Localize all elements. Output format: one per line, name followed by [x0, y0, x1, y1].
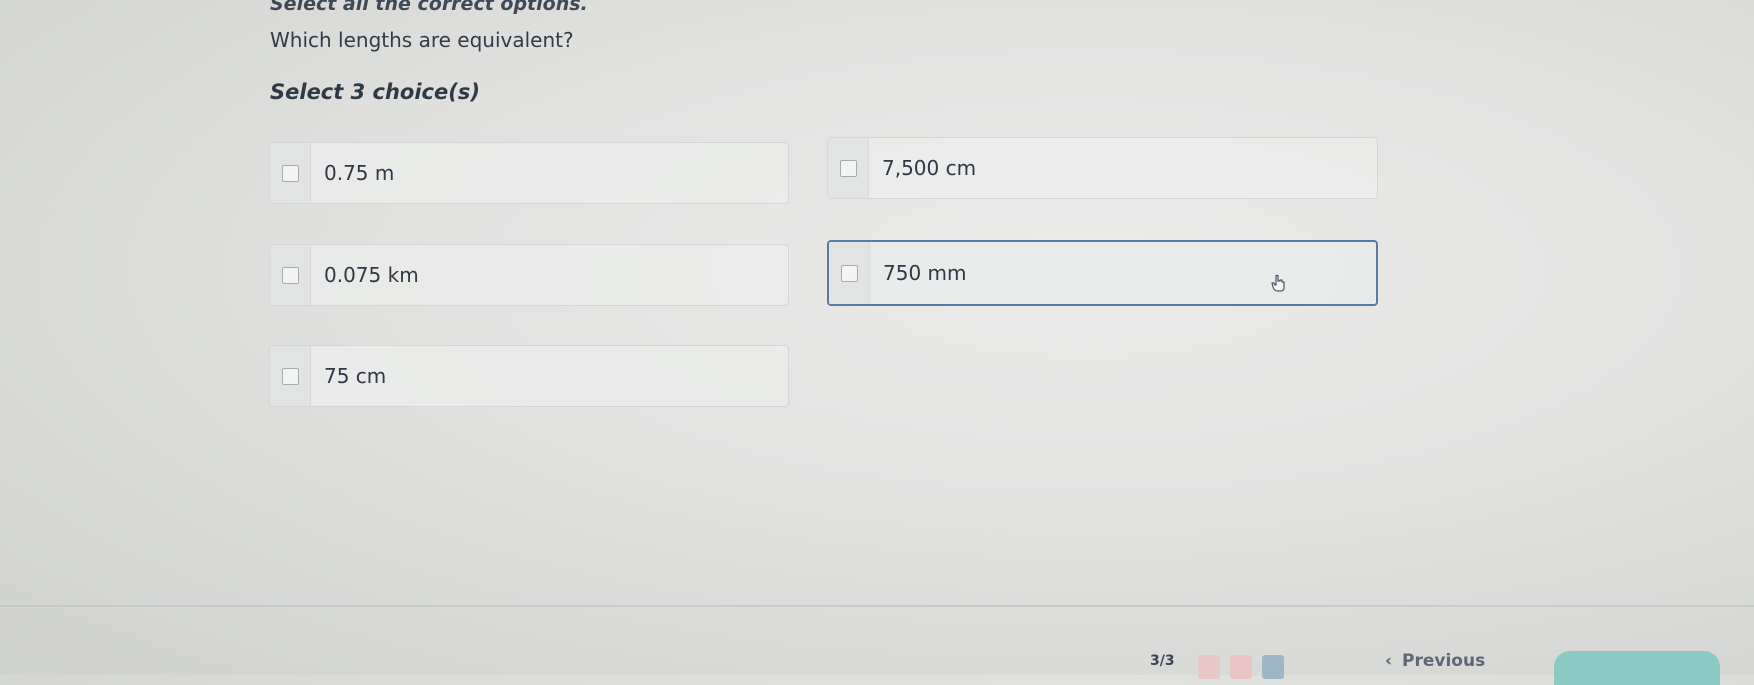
pointer-hand-icon — [1271, 274, 1285, 292]
checkbox-icon[interactable] — [281, 164, 299, 182]
checkbox-area[interactable] — [828, 138, 869, 198]
footer-divider — [0, 605, 1754, 607]
option-label: 0.75 m — [324, 161, 395, 185]
question-nav-dot-1[interactable] — [1198, 655, 1220, 679]
checkbox-area[interactable] — [270, 143, 311, 203]
checkbox-icon[interactable] — [281, 367, 299, 385]
option-0-075-km[interactable]: 0.075 km — [269, 244, 789, 306]
checkbox-icon[interactable] — [281, 266, 299, 284]
option-7500-cm[interactable]: 7,500 cm — [827, 137, 1378, 199]
checkbox-area[interactable] — [270, 245, 311, 305]
option-750-mm[interactable]: 750 mm — [827, 240, 1378, 306]
previous-button[interactable]: ‹ Previous — [1385, 651, 1485, 671]
question-text: Which lengths are equivalent? — [270, 28, 574, 52]
progress-indicator: 3/3 — [1150, 653, 1175, 669]
previous-button-label: Previous — [1402, 651, 1486, 671]
option-0-75-m[interactable]: 0.75 m — [269, 142, 789, 204]
checkbox-icon[interactable] — [839, 159, 857, 177]
option-75-cm[interactable]: 75 cm — [269, 345, 789, 407]
instruction-text: Select all the correct options. — [270, 0, 588, 15]
option-label: 75 cm — [324, 364, 387, 388]
option-label: 750 mm — [883, 261, 967, 285]
checkbox-icon[interactable] — [840, 264, 858, 282]
chevron-left-icon: ‹ — [1385, 651, 1393, 671]
checkbox-area[interactable] — [829, 242, 870, 304]
next-button[interactable] — [1554, 651, 1720, 685]
question-nav-dot-2[interactable] — [1230, 655, 1252, 679]
choice-count-label: Select 3 choice(s) — [270, 80, 480, 104]
option-label: 0.075 km — [324, 263, 419, 287]
question-nav-dot-3[interactable] — [1262, 655, 1284, 679]
option-label: 7,500 cm — [882, 156, 977, 180]
checkbox-area[interactable] — [270, 346, 311, 406]
